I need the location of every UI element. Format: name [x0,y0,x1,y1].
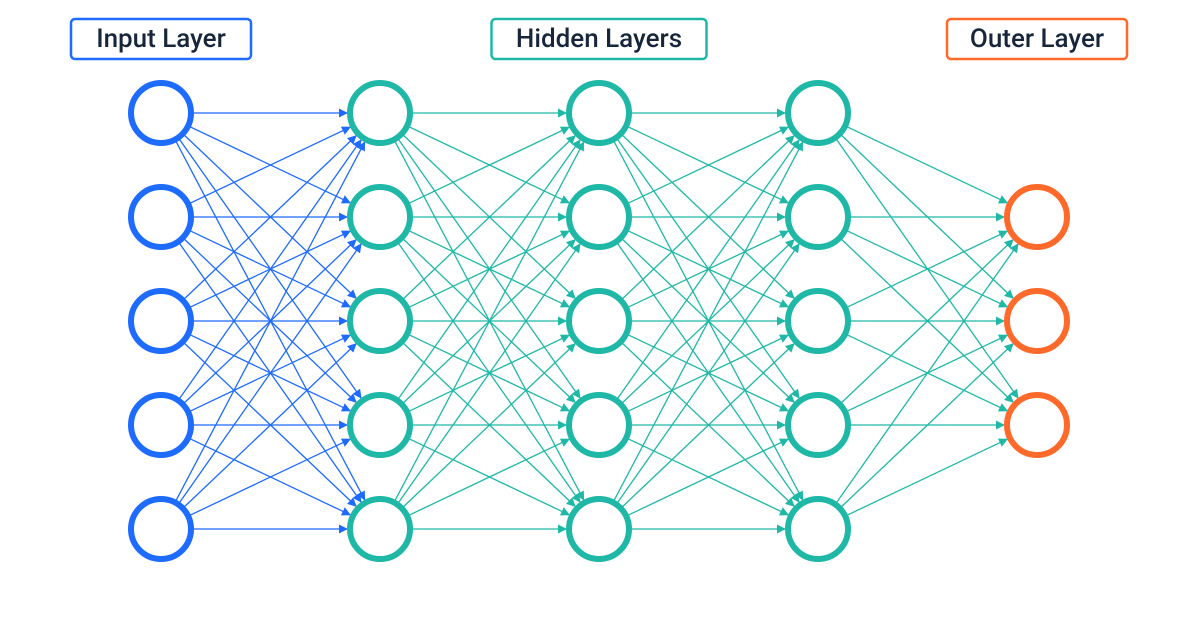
hidden3-node-3 [788,395,848,455]
input-node-2 [131,291,191,351]
edge [398,140,581,400]
edge [617,140,800,400]
edge [179,244,362,504]
hidden3-node-4 [788,499,848,559]
edge [183,342,356,506]
hidden1-node-1 [350,187,410,247]
edge [621,342,794,506]
edge [408,438,570,515]
edge [617,244,800,504]
hidden-label-text: Hidden Layers [516,24,682,54]
edge [846,439,1008,516]
input-label-text: Input Layer [96,24,226,54]
output-node-1 [1007,291,1067,351]
edge [402,238,575,402]
input-node-0 [131,83,191,143]
edge [179,140,362,400]
hidden3-node-0 [788,83,848,143]
hidden2-node-1 [569,187,629,247]
edge [402,342,575,506]
edge [189,438,351,515]
hidden2-node-0 [569,83,629,143]
hidden1-node-3 [350,395,410,455]
edge [627,127,789,204]
output-label-text: Outer Layer [970,24,1104,54]
edge [840,238,1013,402]
edge [840,240,1013,404]
labels-group: Input Layer Hidden Layers Outer Layer [71,19,1127,59]
output-node-2 [1007,395,1067,455]
edge [836,244,1019,504]
edge [408,127,570,204]
edge [840,344,1013,508]
output-label: Outer Layer [947,19,1127,59]
edge [621,136,794,300]
input-label: Input Layer [71,19,251,59]
input-node-4 [131,499,191,559]
edge [183,136,356,300]
hidden1-node-0 [350,83,410,143]
output-node-0 [1007,187,1067,247]
edge [183,344,356,508]
edge [402,136,575,300]
edge [621,134,794,298]
hidden1-node-2 [350,291,410,351]
edge [846,126,1008,203]
neural-network-diagram: Input Layer Hidden Layers Outer Layer [0,0,1200,627]
edge [621,344,794,508]
edge [402,134,575,298]
hidden3-node-1 [788,187,848,247]
hidden2-node-2 [569,291,629,351]
hidden-label: Hidden Layers [492,19,707,59]
edge [627,438,789,515]
hidden1-node-4 [350,499,410,559]
edge [189,127,351,204]
hidden2-node-4 [569,499,629,559]
edge [402,344,575,508]
hidden3-node-2 [788,291,848,351]
edge [183,238,356,402]
edge [621,238,794,402]
input-node-3 [131,395,191,455]
edge [398,244,581,504]
input-node-1 [131,187,191,247]
hidden2-node-3 [569,395,629,455]
edge [183,134,356,298]
edge [840,134,1013,298]
